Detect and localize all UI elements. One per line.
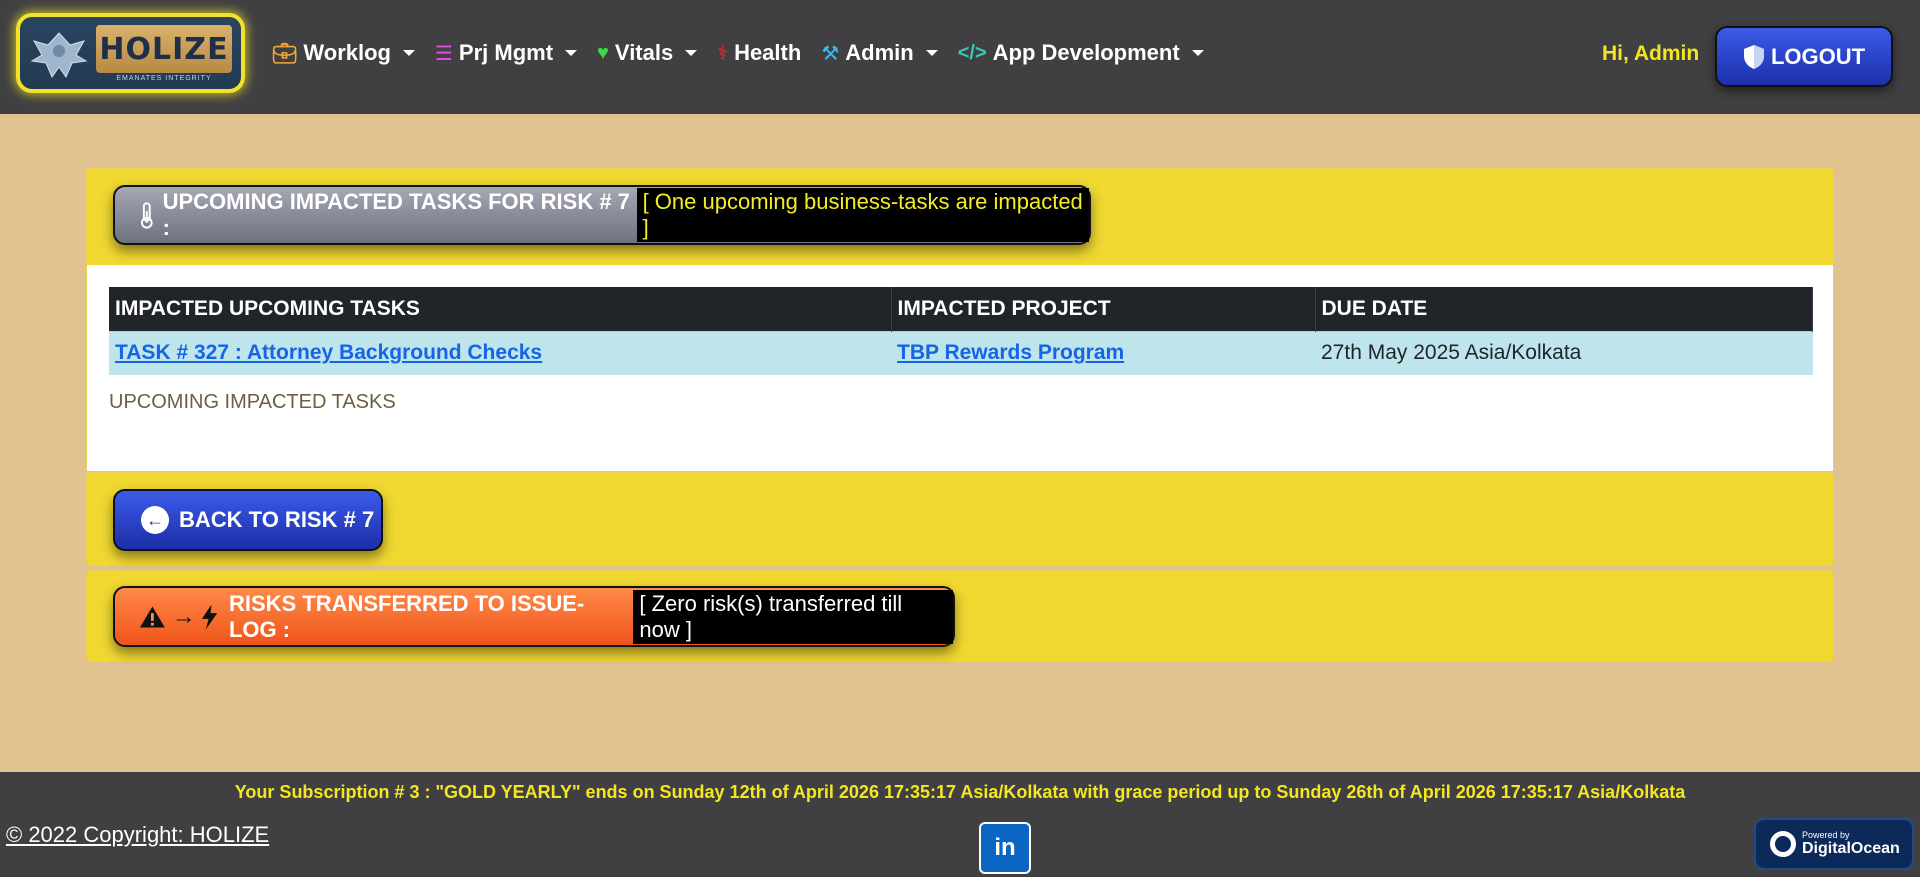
- transferred-risks-title: RISKS TRANSFERRED TO ISSUE-LOG :: [228, 590, 585, 642]
- subscription-notice: Your Subscription # 3 : "GOLD YEARLY" en…: [234, 782, 1686, 802]
- thermometer-icon: [140, 202, 153, 229]
- due-date-cell: 27th May 2025 Asia/Kolkata: [1315, 330, 1813, 375]
- transferred-risks-card: → RISKS TRANSFERRED TO ISSUE-LOG : [ Zer…: [86, 570, 1834, 662]
- nav-item-prj-mgmt[interactable]: ☰ Prj Mgmt: [434, 40, 578, 66]
- chevron-down-icon: [685, 50, 698, 56]
- project-link[interactable]: TBP Rewards Program: [897, 341, 1124, 364]
- column-header-tasks: IMPACTED UPCOMING TASKS: [109, 287, 892, 331]
- nav-item-label: Worklog: [303, 40, 391, 65]
- project-cell: TBP Rewards Program: [891, 330, 1315, 375]
- table-row: TASK # 327 : Attorney Background Checks …: [109, 330, 1813, 375]
- nav-item-label: Vitals: [614, 40, 674, 65]
- nav-item-vitals[interactable]: ♥ Vitals: [597, 40, 698, 66]
- back-card: ← BACK TO RISK # 7: [86, 472, 1834, 566]
- nav-item-label: App Development: [992, 40, 1180, 65]
- transferred-count-highlight: [ Zero risk(s) transferred till now ]: [633, 589, 954, 644]
- chevron-down-icon: [925, 50, 938, 56]
- logo-plate: HOLIZE: [96, 25, 232, 73]
- heartbeat-icon: ♥: [597, 41, 609, 64]
- nav-item-app-development[interactable]: </> App Development: [958, 40, 1204, 66]
- logout-label: LOGOUT: [1770, 43, 1866, 69]
- nav-item-label: Admin: [845, 40, 914, 65]
- brand-name: HOLIZE: [99, 31, 229, 67]
- task-cell: TASK # 327 : Attorney Background Checks: [109, 330, 891, 375]
- arrow-right-icon: →: [171, 602, 196, 630]
- briefcase-icon: 💼︎: [272, 42, 298, 65]
- user-greeting: Hi, Admin: [1602, 42, 1700, 65]
- copyright-link[interactable]: © 2022 Copyright: HOLIZE: [6, 822, 269, 848]
- chevron-down-icon: [402, 50, 415, 56]
- digitalocean-label: DigitalOcean: [1802, 840, 1900, 857]
- digitalocean-logo-icon: [1770, 831, 1796, 857]
- chevron-down-icon: [565, 50, 578, 56]
- brand-tagline: EMANATES INTEGRITY: [116, 75, 212, 82]
- transferred-risks-header: → RISKS TRANSFERRED TO ISSUE-LOG : [ Zer…: [113, 586, 955, 647]
- nav-item-label: Prj Mgmt: [458, 40, 554, 65]
- table-caption: UPCOMING IMPACTED TASKS: [109, 391, 396, 413]
- impacted-tasks-table: IMPACTED UPCOMING TASKS IMPACTED PROJECT…: [109, 287, 1813, 375]
- top-navbar: HOLIZE EMANATES INTEGRITY 💼︎ Worklog ☰ P…: [0, 0, 1920, 114]
- chevron-down-icon: [1191, 50, 1204, 56]
- logout-button[interactable]: LOGOUT: [1715, 26, 1893, 87]
- impacted-tasks-card: UPCOMING IMPACTED TASKS FOR RISK # 7 : […: [86, 168, 1834, 472]
- eagle-emblem-icon: [30, 32, 88, 79]
- impacted-tasks-title: UPCOMING IMPACTED TASKS FOR RISK # 7 :: [162, 189, 630, 240]
- column-header-project: IMPACTED PROJECT: [891, 287, 1316, 331]
- code-icon: </>: [957, 41, 987, 64]
- page-footer: Your Subscription # 3 : "GOLD YEARLY" en…: [0, 772, 1920, 877]
- table-header-row: IMPACTED UPCOMING TASKS IMPACTED PROJECT…: [109, 287, 1813, 331]
- arrow-left-circle-icon: ←: [141, 506, 169, 534]
- column-header-due-date: DUE DATE: [1315, 287, 1813, 331]
- impacted-count-highlight: [ One upcoming business-tasks are impact…: [636, 188, 1089, 242]
- shield-icon: [1743, 44, 1764, 69]
- back-to-risk-button[interactable]: ← BACK TO RISK # 7: [113, 489, 383, 551]
- hammer-icon: ⚒: [821, 42, 840, 65]
- task-link[interactable]: TASK # 327 : Attorney Background Checks: [115, 341, 542, 364]
- bolt-icon: [201, 604, 218, 629]
- brand-logo[interactable]: HOLIZE EMANATES INTEGRITY: [16, 13, 245, 93]
- nav-item-health[interactable]: ⚕ Health: [717, 40, 801, 66]
- sitemap-icon: ☰: [434, 42, 453, 65]
- nav-item-label: Health: [734, 40, 802, 65]
- digitalocean-badge[interactable]: Powered by DigitalOcean: [1754, 818, 1914, 870]
- back-label: BACK TO RISK # 7: [179, 507, 375, 532]
- nav-item-worklog[interactable]: 💼︎ Worklog: [272, 40, 415, 66]
- digitalocean-text: Powered by DigitalOcean: [1802, 830, 1900, 858]
- nav-menu: 💼︎ Worklog ☰ Prj Mgmt ♥ Vitals ⚕ Health …: [272, 40, 1224, 66]
- stethoscope-icon: ⚕: [717, 42, 729, 65]
- nav-item-admin[interactable]: ⚒ Admin: [821, 40, 938, 66]
- powered-by-label: Powered by: [1802, 830, 1850, 840]
- impacted-tasks-header: UPCOMING IMPACTED TASKS FOR RISK # 7 : […: [113, 185, 1091, 245]
- warning-icon: [139, 605, 165, 628]
- linkedin-icon[interactable]: in: [979, 822, 1031, 874]
